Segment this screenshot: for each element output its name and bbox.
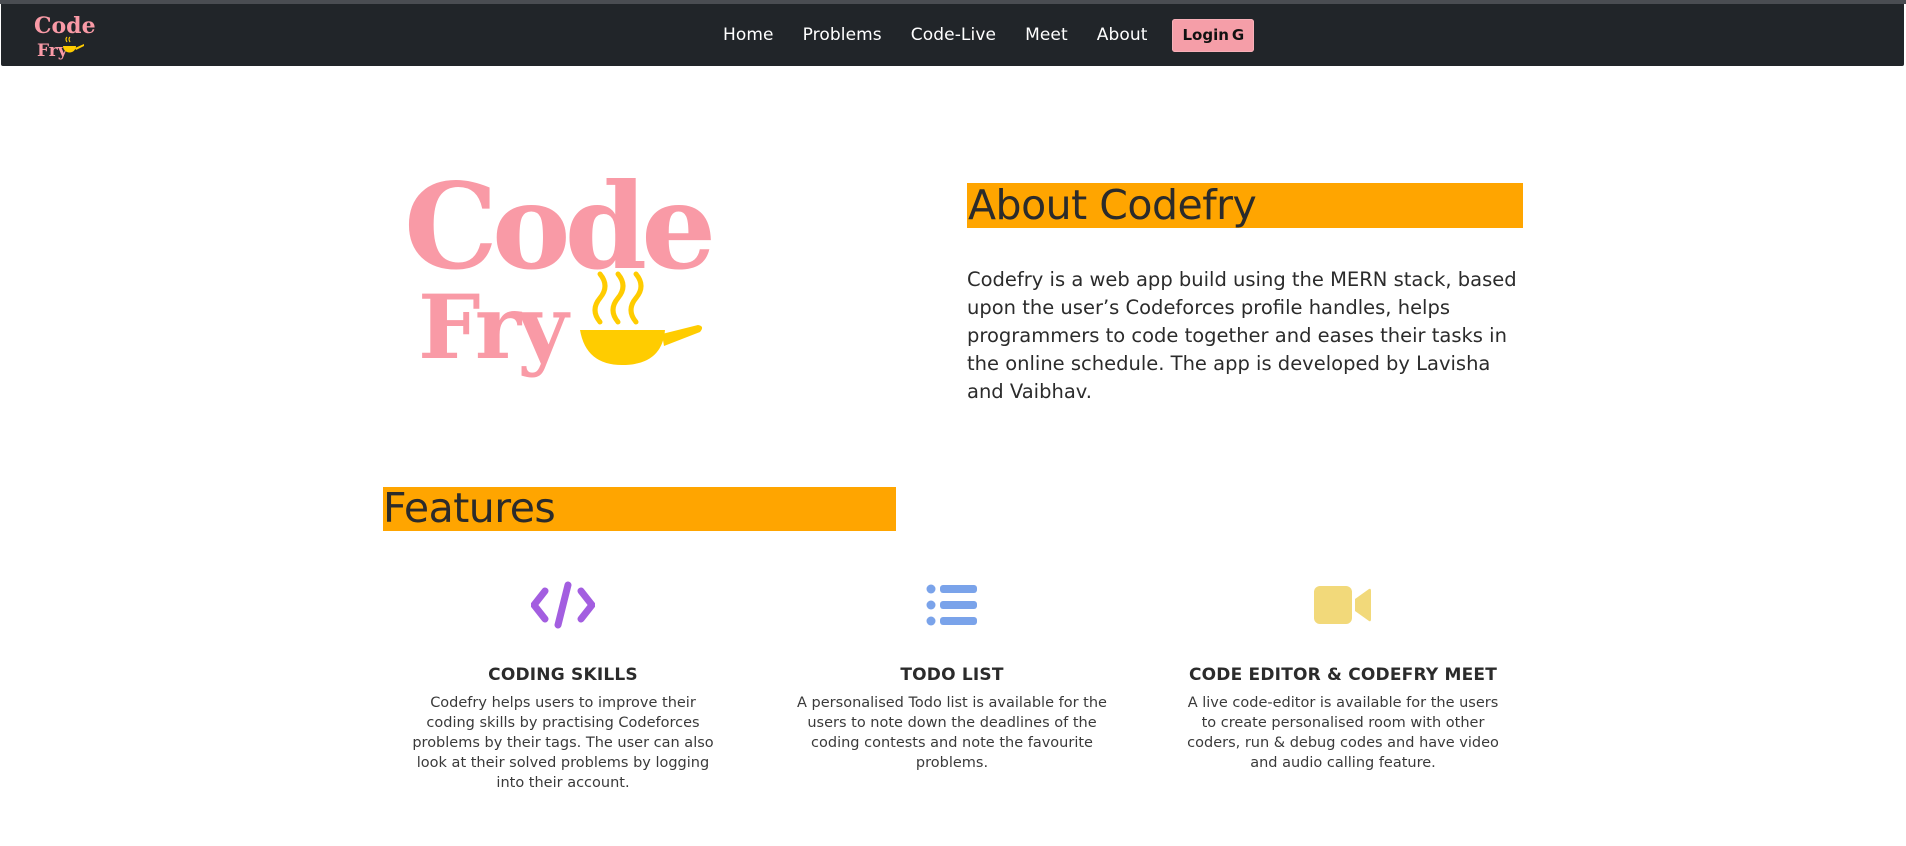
google-g-icon: G <box>1231 26 1245 44</box>
nav-link-code-live[interactable]: Code-Live <box>911 25 996 45</box>
code-icon <box>398 575 728 635</box>
login-label: Login <box>1182 26 1229 44</box>
nav-link-home[interactable]: Home <box>723 25 774 45</box>
nav-link-about[interactable]: About <box>1097 25 1148 45</box>
svg-text:Code: Code <box>34 13 96 39</box>
feature-card-todo-list: TODO LIST A personalised Todo list is av… <box>787 575 1117 773</box>
list-icon <box>787 575 1117 635</box>
login-button[interactable]: Login G <box>1172 18 1255 52</box>
brand-logo[interactable]: Code Fry <box>33 12 103 62</box>
nav-menu: Home Problems Code-Live Meet About Login… <box>723 4 1255 66</box>
svg-text:Fry: Fry <box>418 275 571 379</box>
navbar: Code Fry Home Problems Code-Live Meet Ab… <box>1 4 1904 66</box>
feature-description: A live code-editor is available for the … <box>1187 695 1499 771</box>
about-description: Codefry is a web app build using the MER… <box>967 268 1517 403</box>
codefry-hero-logo: Code Fry <box>400 157 720 390</box>
about-title: About Codefry <box>968 181 1257 229</box>
feature-description: A personalised Todo list is available fo… <box>797 695 1107 771</box>
feature-title: TODO LIST <box>900 665 1004 685</box>
nav-link-meet[interactable]: Meet <box>1025 25 1068 45</box>
svg-text:Fry: Fry <box>37 41 69 61</box>
feature-description: Codefry helps users to improve their cod… <box>412 695 714 791</box>
nav-link-problems[interactable]: Problems <box>803 25 882 45</box>
feature-title: CODING SKILLS <box>488 665 638 685</box>
video-camera-icon <box>1178 575 1508 635</box>
features-title: Features <box>383 484 556 532</box>
feature-card-code-editor-meet: CODE EDITOR & CODEFRY MEET A live code-e… <box>1178 575 1508 773</box>
feature-card-coding-skills: CODING SKILLS Codefry helps users to imp… <box>398 575 728 793</box>
feature-title: CODE EDITOR & CODEFRY MEET <box>1188 665 1497 685</box>
